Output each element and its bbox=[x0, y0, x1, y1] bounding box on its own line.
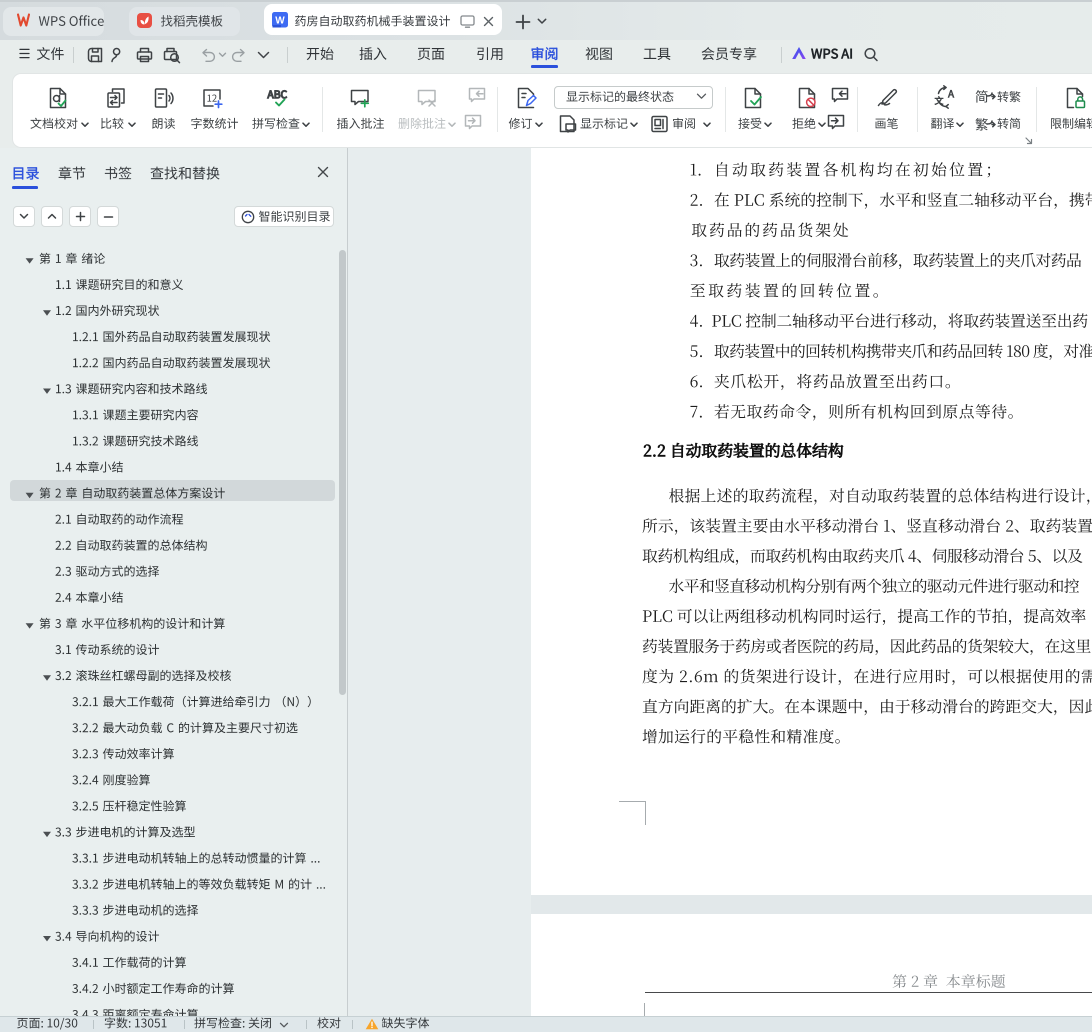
svg-text:W: W bbox=[275, 16, 285, 27]
